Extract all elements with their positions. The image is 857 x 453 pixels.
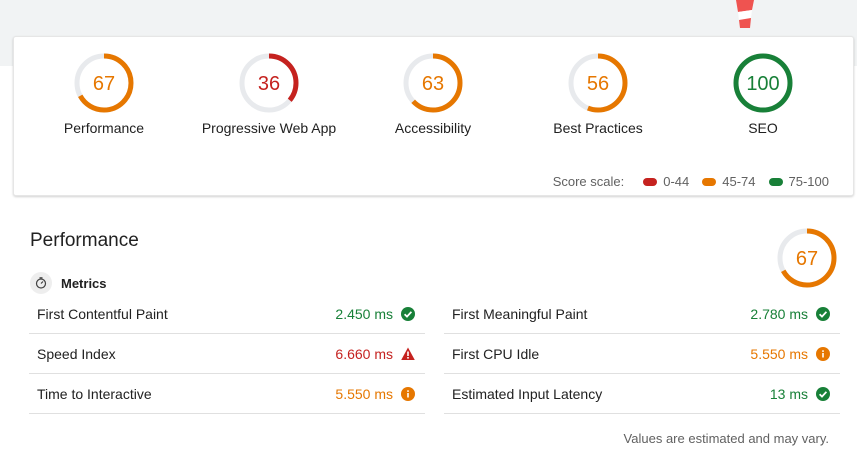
metric-value: 6.660 ms xyxy=(335,345,393,362)
gauge-label: Progressive Web App xyxy=(201,120,337,136)
metric-name: Time to Interactive xyxy=(37,385,152,402)
scale-range: 45-74 xyxy=(722,174,756,189)
score-gauge-icon: 56 xyxy=(568,53,628,113)
scale-item-pass: 75-100 xyxy=(768,174,829,189)
lighthouse-icon xyxy=(736,0,754,28)
metric-value: 5.550 ms xyxy=(750,345,808,362)
metric-value: 2.450 ms xyxy=(335,305,393,322)
pass-pill-icon xyxy=(768,177,783,186)
metric-row[interactable]: First Contentful Paint 2.450 ms xyxy=(29,294,425,334)
metrics-label: Metrics xyxy=(61,275,107,291)
check-circle-icon xyxy=(816,307,830,321)
gauge-accessibility[interactable]: 63 Accessibility xyxy=(353,53,513,136)
score-summary-card: 67 Performance 36 Progressive Web App 63… xyxy=(13,36,854,196)
score-gauge-icon: 67 xyxy=(74,53,134,113)
metric-name: Estimated Input Latency xyxy=(452,385,603,402)
check-circle-icon xyxy=(816,387,830,401)
gauge-score: 67 xyxy=(93,73,115,95)
average-pill-icon xyxy=(702,177,717,186)
metric-value: 13 ms xyxy=(769,385,808,402)
metric-row[interactable]: First Meaningful Paint 2.780 ms xyxy=(444,294,840,334)
gauge-seo[interactable]: 100 SEO xyxy=(683,53,843,136)
scale-range: 75-100 xyxy=(788,174,829,189)
check-circle-icon xyxy=(401,307,415,321)
metric-row[interactable]: Estimated Input Latency 13 ms xyxy=(444,374,840,414)
fail-pill-icon xyxy=(643,177,658,186)
timer-icon xyxy=(30,272,52,294)
gauge-performance[interactable]: 67 Performance xyxy=(24,53,184,136)
gauge-score: 36 xyxy=(258,73,280,95)
metric-row[interactable]: First CPU Idle 5.550 ms xyxy=(444,334,840,374)
performance-score: 67 xyxy=(796,248,818,270)
gauge-label: Accessibility xyxy=(394,120,472,136)
score-scale: Score scale: 0-44 45-74 75-100 xyxy=(553,174,829,189)
performance-score-gauge-icon: 67 xyxy=(777,228,837,288)
info-circle-icon xyxy=(401,387,415,401)
metric-name: First Meaningful Paint xyxy=(452,305,588,322)
metric-row[interactable]: Time to Interactive 5.550 ms xyxy=(29,374,425,414)
gauge-score: 56 xyxy=(587,73,609,95)
metric-value: 2.780 ms xyxy=(750,305,808,322)
scale-item-fail: 0-44 xyxy=(643,174,689,189)
info-circle-icon xyxy=(816,347,830,361)
metric-name: Speed Index xyxy=(37,345,116,362)
gauge-score: 63 xyxy=(422,73,444,95)
metrics-header[interactable]: Metrics xyxy=(30,272,107,294)
score-gauge-icon: 63 xyxy=(403,53,463,113)
scale-item-average: 45-74 xyxy=(702,174,756,189)
gauge-label: Best Practices xyxy=(553,120,643,136)
score-scale-label: Score scale: xyxy=(552,174,625,189)
metric-value: 5.550 ms xyxy=(335,385,393,402)
warning-triangle-icon xyxy=(401,347,415,360)
gauge-label: Performance xyxy=(63,120,145,136)
gauge-best-practices[interactable]: 56 Best Practices xyxy=(518,53,678,136)
gauge-label: SEO xyxy=(748,120,778,136)
metrics-column-left: First Contentful Paint 2.450 ms Speed In… xyxy=(29,294,425,414)
metric-row[interactable]: Speed Index 6.660 ms xyxy=(29,334,425,374)
metrics-column-right: First Meaningful Paint 2.780 ms First CP… xyxy=(444,294,840,414)
metric-name: First Contentful Paint xyxy=(37,305,168,322)
section-title: Performance xyxy=(30,230,139,251)
scale-range: 0-44 xyxy=(663,174,690,189)
score-gauge-icon: 100 xyxy=(733,53,793,113)
gauge-score: 100 xyxy=(746,73,779,95)
metric-name: First CPU Idle xyxy=(452,345,540,362)
footnote: Values are estimated and may vary. xyxy=(623,431,829,446)
score-gauge-icon: 36 xyxy=(239,53,299,113)
gauge-pwa[interactable]: 36 Progressive Web App xyxy=(189,53,349,136)
